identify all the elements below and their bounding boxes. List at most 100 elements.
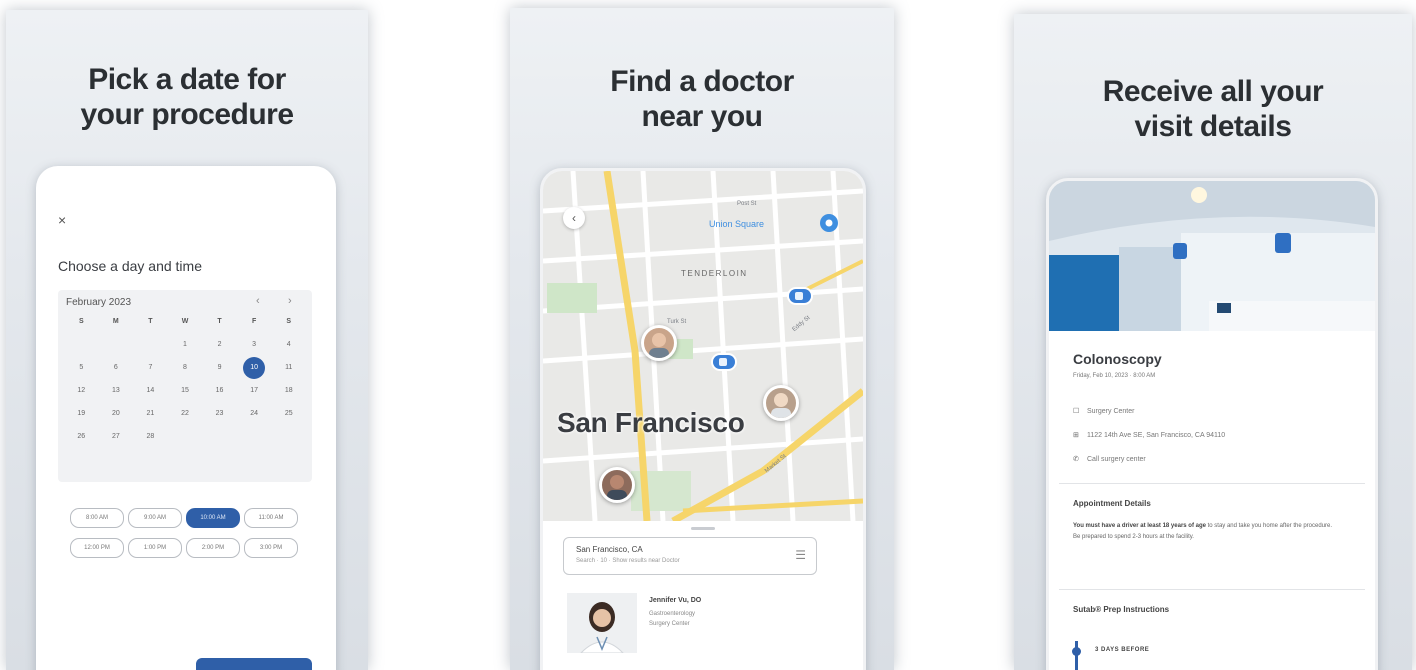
calendar-empty-cell bbox=[202, 429, 237, 444]
time-slot-button[interactable]: 11:00 AM bbox=[244, 508, 298, 528]
promo-panel-find-doctor: Find a doctor near you ‹ Union Square TE… bbox=[510, 8, 894, 670]
map-street-label: Turk St bbox=[667, 319, 687, 325]
calendar-day[interactable]: 17 bbox=[237, 383, 272, 398]
calendar-day[interactable]: 16 bbox=[202, 383, 237, 398]
doctor-avatar-icon bbox=[607, 475, 627, 500]
facility-row[interactable]: ☐ Surgery Center bbox=[1073, 407, 1134, 415]
building-icon: ☐ bbox=[1073, 408, 1080, 415]
map-poi-label: Union Square bbox=[709, 219, 765, 229]
calendar-day[interactable]: 19 bbox=[64, 406, 99, 421]
phone-screen-map: ‹ Union Square TENDERLOIN Post St Turk S… bbox=[540, 168, 866, 670]
location-search-input[interactable]: San Francisco, CA Search · 10 · Show res… bbox=[563, 537, 817, 575]
weekday-header: F bbox=[251, 318, 257, 325]
video-visit-marker-icon[interactable] bbox=[789, 289, 811, 303]
doctor-avatar-icon bbox=[649, 333, 669, 358]
map-neighborhood-label: TENDERLOIN bbox=[681, 269, 748, 278]
calendar-empty-cell bbox=[64, 337, 99, 352]
calendar-empty-cell bbox=[99, 337, 134, 352]
calendar-day[interactable]: 10 bbox=[237, 357, 272, 379]
doctor-location: Surgery Center bbox=[649, 621, 690, 627]
doctor-specialty: Gastroenterology bbox=[649, 611, 696, 617]
time-slot-button[interactable]: 12:00 PM bbox=[70, 538, 124, 558]
calendar-day[interactable]: 25 bbox=[271, 406, 306, 421]
calendar-day[interactable]: 12 bbox=[64, 383, 99, 398]
calendar-day[interactable]: 6 bbox=[99, 360, 134, 375]
drag-handle[interactable] bbox=[691, 527, 715, 530]
promo-panel-visit-details: Receive all your visit details Colonosco… bbox=[1014, 14, 1412, 670]
calendar-day[interactable]: 3 bbox=[237, 337, 272, 352]
phone-screen-calendar: × Choose a day and time February 2023 ‹ … bbox=[36, 166, 336, 670]
panel-headline: Find a doctor near you bbox=[610, 65, 794, 133]
weekday-header: T bbox=[148, 318, 153, 325]
calendar-day[interactable]: 2 bbox=[202, 337, 237, 352]
procedure-datetime: Friday, Feb 10, 2023 · 8:00 AM bbox=[1073, 373, 1156, 379]
filter-icon[interactable]: ☰ bbox=[795, 548, 806, 562]
doctor-name[interactable]: Jennifer Vu, DO bbox=[649, 597, 701, 604]
back-icon[interactable]: ‹ bbox=[563, 207, 585, 229]
calendar-day[interactable]: 8 bbox=[168, 360, 203, 375]
call-row[interactable]: ✆ Call surgery center bbox=[1073, 455, 1146, 463]
calendar-day[interactable]: 4 bbox=[271, 337, 306, 352]
close-icon[interactable]: × bbox=[58, 212, 66, 228]
calendar-day[interactable]: 15 bbox=[168, 383, 203, 398]
time-slot-list: 8:00 AM 9:00 AM 10:00 AM 11:00 AM 12:00 PM 1:… bbox=[70, 508, 310, 558]
calendar-empty-cell bbox=[133, 337, 168, 352]
video-visit-marker-icon[interactable] bbox=[713, 355, 735, 369]
calendar-empty-cell bbox=[271, 429, 306, 444]
doctor-portrait-icon bbox=[567, 593, 637, 653]
doctor-map-pin[interactable] bbox=[641, 325, 677, 361]
time-slot-button[interactable]: 9:00 AM bbox=[128, 508, 182, 528]
calendar-day[interactable]: 14 bbox=[133, 383, 168, 398]
calendar-day[interactable]: 28 bbox=[133, 429, 168, 444]
weekday-header: W bbox=[181, 318, 189, 325]
search-location: San Francisco, CA bbox=[576, 545, 643, 554]
calendar-day[interactable]: 9 bbox=[202, 360, 237, 375]
calendar-day[interactable]: 24 bbox=[237, 406, 272, 421]
time-slot-button[interactable]: 2:00 PM bbox=[186, 538, 240, 558]
calendar-day[interactable]: 5 bbox=[64, 360, 99, 375]
calendar-grid: S M T W T F S 1 2 3 4 5 6 7 8 9 10 11 12 13 14 15 16 17 18 19 20 21… bbox=[64, 314, 306, 444]
doctor-avatar-icon bbox=[771, 393, 791, 418]
time-slot-button[interactable]: 1:00 PM bbox=[128, 538, 182, 558]
continue-button[interactable] bbox=[196, 658, 312, 670]
divider bbox=[1059, 483, 1365, 484]
calendar-day[interactable]: 13 bbox=[99, 383, 134, 398]
phone-screen-visit: Colonoscopy Friday, Feb 10, 2023 · 8:00 … bbox=[1046, 178, 1378, 670]
doctor-photo[interactable] bbox=[567, 593, 637, 653]
prev-month-icon[interactable]: ‹ bbox=[256, 295, 260, 307]
facility-photo bbox=[1049, 181, 1375, 331]
appointment-details-text: You must have a driver at least 18 years… bbox=[1073, 523, 1333, 540]
calendar-day[interactable]: 23 bbox=[202, 406, 237, 421]
weekday-header: S bbox=[78, 318, 84, 325]
calendar-day[interactable]: 20 bbox=[99, 406, 134, 421]
procedure-title: Colonoscopy bbox=[1073, 351, 1162, 367]
calendar-day[interactable]: 22 bbox=[168, 406, 203, 421]
doctor-map-pin[interactable] bbox=[599, 467, 635, 503]
next-month-icon[interactable]: › bbox=[288, 295, 292, 307]
promo-panel-schedule: Pick a date for your procedure × Choose … bbox=[6, 10, 368, 670]
map-view[interactable] bbox=[543, 171, 863, 521]
panel-headline: Receive all your visit details bbox=[1102, 75, 1324, 143]
divider bbox=[1059, 589, 1365, 590]
weekday-header: M bbox=[112, 318, 119, 325]
address-row[interactable]: ⊞ 1122 14th Ave SE, San Francisco, CA 941… bbox=[1073, 431, 1225, 439]
prep-step-label: 3 DAYS BEFORE bbox=[1095, 647, 1150, 653]
calendar-day[interactable]: 21 bbox=[133, 406, 168, 421]
calendar-empty-cell bbox=[237, 429, 272, 444]
calendar-day[interactable]: 11 bbox=[271, 360, 306, 375]
doctor-map-pin[interactable] bbox=[763, 385, 799, 421]
screen-title: Choose a day and time bbox=[58, 258, 202, 274]
map-icon: ⊞ bbox=[1073, 432, 1079, 439]
appointment-details-heading: Appointment Details bbox=[1073, 499, 1151, 508]
time-slot-button[interactable]: 3:00 PM bbox=[244, 538, 298, 558]
prep-instructions-heading[interactable]: Sutab® Prep Instructions bbox=[1073, 605, 1169, 614]
time-slot-button[interactable]: 8:00 AM bbox=[70, 508, 124, 528]
calendar-day[interactable]: 18 bbox=[271, 383, 306, 398]
calendar-day[interactable]: 27 bbox=[99, 429, 134, 444]
results-sheet: San Francisco, CA Search · 10 · Show res… bbox=[543, 521, 863, 670]
calendar-day[interactable]: 26 bbox=[64, 429, 99, 444]
calendar-day[interactable]: 7 bbox=[133, 360, 168, 375]
calendar-day[interactable]: 1 bbox=[168, 337, 203, 352]
timeline-dot bbox=[1072, 647, 1081, 656]
time-slot-button[interactable]: 10:00 AM bbox=[186, 508, 240, 528]
